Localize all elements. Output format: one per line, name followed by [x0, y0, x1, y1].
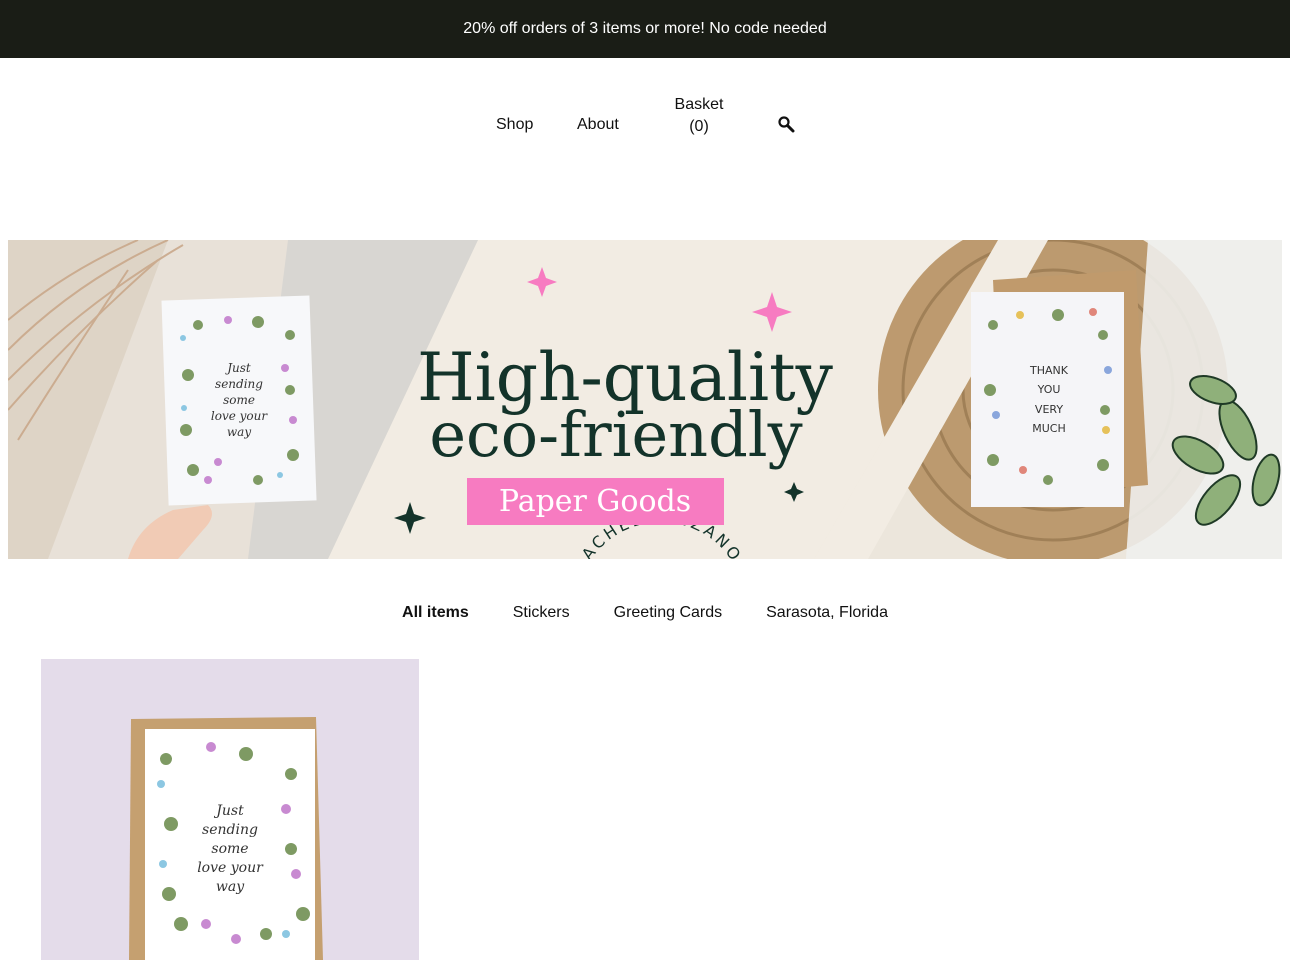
hero-banner: Just sending some love your way THANK YO…	[8, 240, 1282, 559]
banner-card-right-line-4: MUCH	[1032, 422, 1066, 435]
basket-count: (0)	[689, 118, 709, 135]
announcement-bar: 20% off orders of 3 items or more! No co…	[0, 0, 1290, 58]
product-card-line-2: sending	[202, 822, 258, 838]
nav-basket-link[interactable]: Basket (0)	[672, 94, 726, 138]
banner-card-left-line-5: way	[227, 425, 251, 439]
product-card-line-5: way	[216, 879, 245, 895]
banner-card-right-line-3: VERY	[1035, 403, 1063, 416]
nav-shop-link[interactable]: Shop	[496, 116, 533, 134]
product-card-line-1: Just	[213, 803, 244, 819]
banner-headline-2: eco-friendly	[429, 398, 802, 471]
category-sarasota-florida[interactable]: Sarasota, Florida	[766, 604, 888, 622]
banner-card-left-line-1: Just	[224, 361, 251, 375]
product-card-line-3: some	[211, 841, 248, 857]
hero-banner-art: Just sending some love your way THANK YO…	[8, 240, 1282, 559]
product-card-line-4: love your	[197, 860, 264, 876]
banner-card-left: Just sending some love your way	[161, 295, 317, 506]
category-nav: All items Stickers Greeting Cards Saraso…	[0, 604, 1290, 622]
announcement-text: 20% off orders of 3 items or more! No co…	[463, 20, 827, 37]
banner-pill-text: Paper Goods	[499, 484, 691, 519]
banner-card-right-line-2: YOU	[1037, 383, 1061, 396]
category-all-items[interactable]: All items	[402, 604, 469, 622]
banner-card-left-line-3: some	[223, 393, 255, 407]
basket-label: Basket	[674, 96, 724, 113]
nav-about-link[interactable]: About	[577, 116, 619, 134]
product-image: Just sending some love your way	[41, 659, 419, 960]
product-tile[interactable]: Just sending some love your way	[41, 659, 419, 960]
category-greeting-cards[interactable]: Greeting Cards	[614, 604, 723, 622]
search-button[interactable]	[777, 115, 797, 135]
search-icon	[778, 116, 795, 133]
category-stickers[interactable]: Stickers	[513, 604, 570, 622]
banner-card-left-line-4: love your	[211, 409, 268, 423]
banner-card-left-line-2: sending	[215, 377, 263, 391]
banner-card-right-line-1: THANK	[1029, 364, 1069, 377]
banner-card-right: THANK YOU VERY MUCH	[971, 292, 1124, 507]
main-nav: Shop About Basket (0)	[0, 58, 1290, 188]
